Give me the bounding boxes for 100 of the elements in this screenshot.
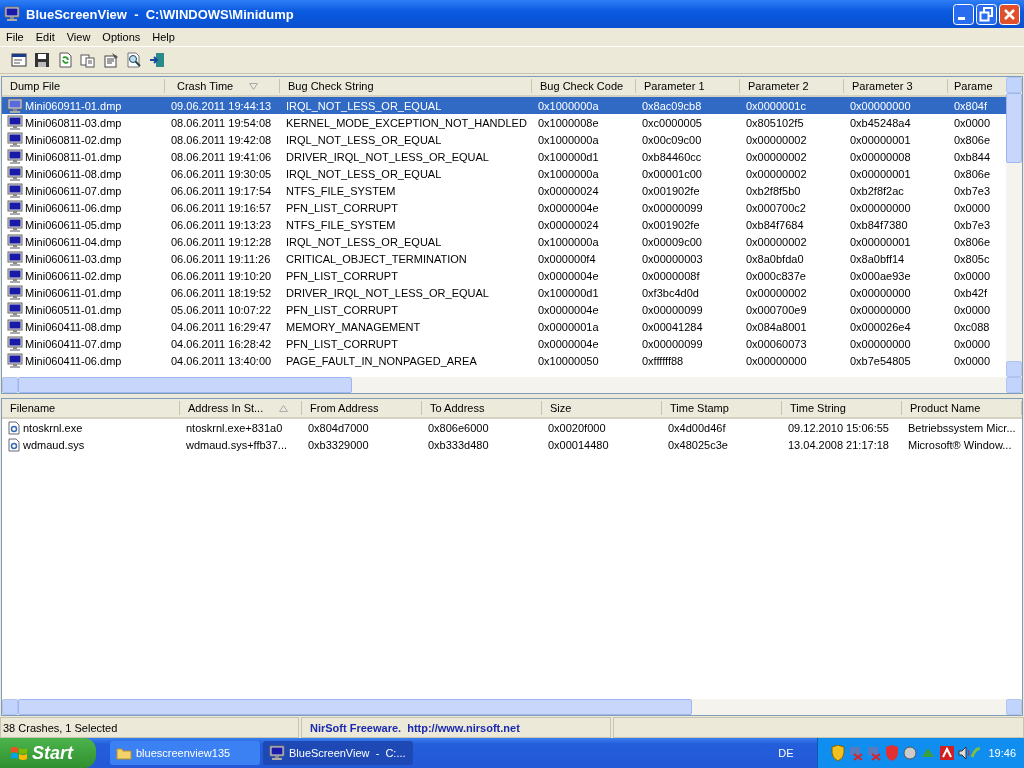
column-header[interactable]: Dump File — [2, 79, 165, 93]
table-cell-text: Microsoft® Window... — [907, 438, 1013, 451]
list-row[interactable]: Mini060611-06.dmp 06.06.2011 19:16:57 PFN_LIST_CORRUPT 0x0000004e 0x00000099 0x000700c2 0x00000000 0x0000 — [2, 199, 1006, 216]
table-cell-text: KERNEL_MODE_EXCEPTION_NOT_HANDLED — [285, 116, 528, 129]
column-header[interactable]: Time String — [782, 401, 902, 415]
column-header[interactable]: From Address — [302, 401, 422, 415]
list-row[interactable]: Mini060611-04.dmp 06.06.2011 19:12:28 IRQL_NOT_LESS_OR_EQUAL 0x1000000a 0x00009c00 0x00000002 0x00000001 0x806e — [2, 233, 1006, 250]
column-header[interactable]: Crash Time — [165, 79, 280, 93]
vertical-scrollbar[interactable] — [1006, 77, 1022, 377]
column-header[interactable]: Address In St... — [180, 401, 302, 415]
column-header[interactable]: Bug Check String — [280, 79, 532, 93]
credit-link[interactable]: NirSoft Freeware. http://www.nirsoft.net — [301, 717, 611, 738]
close-icon[interactable] — [999, 3, 1020, 25]
table-cell-text: PFN_LIST_CORRUPT — [285, 269, 399, 282]
search-icon[interactable] — [126, 52, 142, 68]
table-cell-text: 0x8ac09cb8 — [641, 99, 703, 112]
table-cell: Mini060911-01.dmp — [24, 99, 122, 112]
tray-icons-drawing[interactable] — [830, 745, 981, 761]
selected-row[interactable]: Mini060911-01.dmp 09.06.2011 19:44:13 IRQL_NOT_LESS_OR_EQUAL 0x1000000a 0x8ac09cb8 0x0000001c 0x00000000 0x804f — [2, 97, 1006, 114]
document-icon[interactable] — [103, 52, 119, 68]
scroll-right-button[interactable] — [1006, 377, 1022, 393]
menu-item[interactable]: Edit — [29, 30, 61, 44]
monitor-icon — [7, 131, 23, 148]
table-cell-text: 0x000c837e — [745, 269, 807, 282]
column-header[interactable]: Product Name — [902, 401, 1022, 415]
table-cell-text: 0x1000000a — [537, 167, 600, 180]
column-header[interactable]: Bug Check Code — [532, 79, 636, 93]
scroll-thumb[interactable] — [18, 699, 692, 715]
scroll-right-button[interactable] — [1006, 699, 1022, 715]
list-row[interactable]: Mini060611-02.dmp 06.06.2011 19:10:20 PFN_LIST_CORRUPT 0x0000004e 0x0000008f 0x000c837e 0x000ae93e 0x0000 — [2, 267, 1006, 284]
table-cell-text: 04.06.2011 16:28:42 — [170, 337, 273, 350]
menu-item[interactable]: File — [0, 30, 30, 44]
list-row[interactable]: wdmaud.sys wdmaud.sys+ffb37... 0xb3329000 0xb333d480 0x00014480 0x48025c3e 13.04.2008 21:17:18 Microsoft® Window... — [2, 436, 1022, 453]
scroll-left-button[interactable] — [2, 377, 18, 393]
table-cell-text: 0x000700c2 — [745, 201, 807, 214]
language-indicator[interactable]: DE — [778, 747, 794, 759]
column-header[interactable]: Time Stamp — [662, 401, 782, 415]
list-row[interactable]: Mini060611-07.dmp 06.06.2011 19:17:54 NTFS_FILE_SYSTEM 0x00000024 0x001902fe 0xb2f8f5b0 0xb2f8f2ac 0xb7e3 — [2, 182, 1006, 199]
table-cell-text: 0x00000000 — [849, 303, 912, 316]
table-cell-text: 0x805c — [953, 252, 991, 265]
minimize-icon[interactable] — [953, 3, 974, 25]
table-cell-text: 0x806e — [953, 235, 992, 248]
table-cell-text: 0x000026e4 — [849, 320, 912, 333]
horizontal-scrollbar[interactable] — [2, 699, 1022, 715]
menu-item[interactable]: Options — [96, 30, 147, 44]
exit-door-icon[interactable] — [149, 52, 165, 68]
scroll-thumb[interactable] — [1006, 93, 1022, 163]
list-row[interactable]: Mini060611-05.dmp 06.06.2011 19:13:23 NTFS_FILE_SYSTEM 0x00000024 0x001902fe 0xb84f7684 0xb84f7380 0xb7e3 — [2, 216, 1006, 233]
file-icon — [7, 420, 21, 435]
table-cell-text: 0xb2f8f2ac — [849, 184, 905, 197]
list-row[interactable]: Mini060411-08.dmp 04.06.2011 16:29:47 MEMORY_MANAGEMENT 0x0000001a 0x00041284 0x084a8001 0x000026e4 0xc088 — [2, 318, 1006, 335]
list-row[interactable]: Mini060811-03.dmp 08.06.2011 19:54:08 KERNEL_MODE_EXCEPTION_NOT_HANDLED 0x1000008e 0xc0000005 0x805102f5 0xb45248a4 0x0000 — [2, 114, 1006, 131]
list-row[interactable]: Mini060811-02.dmp 08.06.2011 19:42:08 IRQL_NOT_LESS_OR_EQUAL 0x1000000a 0x00c09c00 0x00000002 0x00000001 0x806e — [2, 131, 1006, 148]
table-cell-text: 0xb7e3 — [953, 184, 992, 197]
window-icon[interactable] — [11, 52, 27, 68]
copy-icon[interactable] — [80, 52, 96, 68]
table-cell: Mini060411-08.dmp — [24, 320, 122, 333]
list-row[interactable]: Mini060511-01.dmp 05.06.2011 10:07:22 PFN_LIST_CORRUPT 0x0000004e 0x00000099 0x000700e9 0x00000000 0x0000 — [2, 301, 1006, 318]
table-cell-text: 0xb3329000 — [307, 438, 370, 451]
menu-item[interactable]: View — [60, 30, 97, 44]
list-row[interactable]: Mini060811-01.dmp 08.06.2011 19:41:06 DRIVER_IRQL_NOT_LESS_OR_EQUAL 0x100000d1 0xb84460cc 0x00000002 0x00000008 0xb844 — [2, 148, 1006, 165]
table-cell-text: 0x8a0bff14 — [849, 252, 906, 265]
scroll-left-button[interactable] — [2, 699, 18, 715]
table-cell-text: 06.06.2011 19:30:05 — [170, 167, 273, 180]
scroll-down-button[interactable] — [1006, 361, 1022, 377]
list-row[interactable]: ntoskrnl.exe ntoskrnl.exe+831a0 0x804d7000 0x806e6000 0x0020f000 0x4d00d46f 09.12.2010 15:06:55 Betriebssystem Micr... — [2, 419, 1022, 436]
table-cell-text: 13.04.2008 21:17:18 — [787, 438, 890, 451]
monitor-icon — [7, 165, 23, 182]
column-header[interactable]: Parameter 1 — [636, 79, 740, 93]
table-cell-text: 0xb333d480 — [427, 438, 490, 451]
column-header[interactable]: Parameter 2 — [740, 79, 844, 93]
table-cell-text: 0x10000050 — [537, 354, 600, 367]
list-row[interactable]: Mini060611-08.dmp 06.06.2011 19:30:05 IRQL_NOT_LESS_OR_EQUAL 0x1000000a 0x00001c00 0x00000002 0x00000001 0x806e — [2, 165, 1006, 182]
column-header[interactable]: Filename — [2, 401, 180, 415]
restore-icon[interactable] — [976, 3, 997, 25]
table-cell: Mini060611-06.dmp — [24, 201, 122, 214]
table-cell-text: 0x000700e9 — [745, 303, 808, 316]
list-row[interactable]: Mini060411-07.dmp 04.06.2011 16:28:42 PFN_LIST_CORRUPT 0x0000004e 0x00000099 0x00060073 0x00000000 0x0000 — [2, 335, 1006, 352]
scroll-thumb[interactable] — [18, 377, 352, 393]
table-cell-text: 04.06.2011 16:29:47 — [170, 320, 273, 333]
table-cell-text: PAGE_FAULT_IN_NONPAGED_AREA — [285, 354, 478, 367]
list-row[interactable]: Mini060411-06.dmp 04.06.2011 13:40:00 PAGE_FAULT_IN_NONPAGED_AREA 0x10000050 0xffffff88 0x00000000 0xb7e54805 0x0000 — [2, 352, 1006, 369]
table-cell-text: 0xb7e3 — [953, 218, 992, 231]
table-cell-text: 0x00000099 — [641, 337, 704, 350]
table-cell-text: 0x4d00d46f — [667, 421, 727, 434]
menu-item[interactable]: Help — [146, 30, 181, 44]
column-header[interactable]: Parameter 3 — [844, 79, 948, 93]
refresh-icon[interactable] — [57, 52, 73, 68]
table-cell-text: wdmaud.sys+ffb37... — [185, 438, 288, 451]
scroll-up-button[interactable] — [1006, 77, 1022, 93]
horizontal-scrollbar[interactable] — [2, 377, 1022, 393]
taskbar-button[interactable]: BlueScreenView - C:... — [263, 741, 413, 765]
column-header[interactable]: Size — [542, 401, 662, 415]
table-cell: Mini060811-01.dmp — [24, 150, 122, 163]
column-header[interactable]: To Address — [422, 401, 542, 415]
table-cell-text: 0xf3bc4d0d — [641, 286, 700, 299]
list-row[interactable]: Mini060611-03.dmp 06.06.2011 19:11:26 CRITICAL_OBJECT_TERMINATION 0x000000f4 0x00000003 0x8a0bfda0 0x8a0bff14 0x805c — [2, 250, 1006, 267]
taskbar-button[interactable]: bluescreenview135 — [110, 741, 260, 765]
list-row[interactable]: Mini060611-01.dmp 06.06.2011 18:19:52 DRIVER_IRQL_NOT_LESS_OR_EQUAL 0x100000d1 0xf3bc4d0d 0x00000002 0x00000000 0xb42f — [2, 284, 1006, 301]
column-header[interactable]: Parame — [948, 79, 1006, 93]
